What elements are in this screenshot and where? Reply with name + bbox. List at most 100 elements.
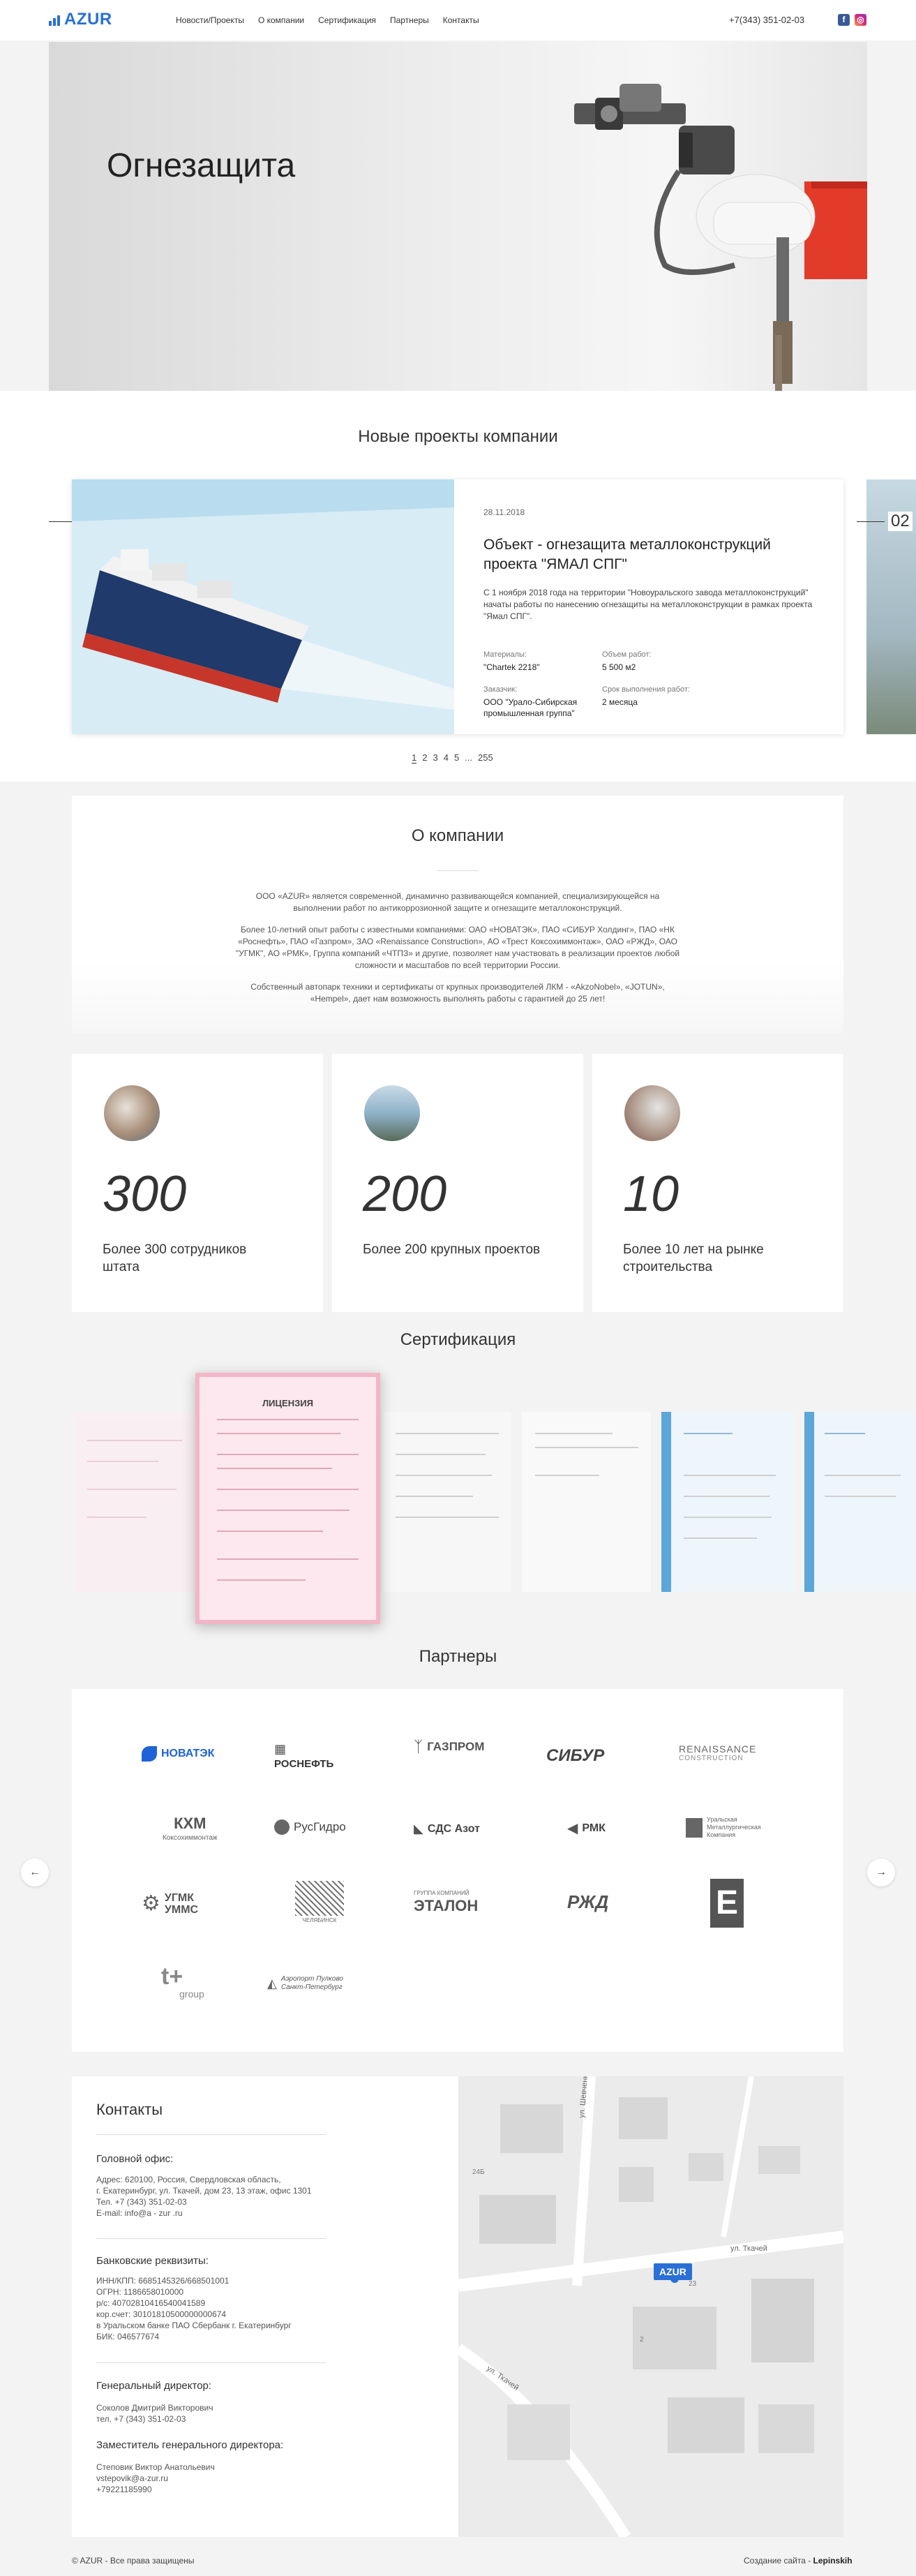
stat-text: Более 200 крупных проектов — [363, 1242, 541, 1257]
e-logo-icon: E — [710, 1879, 744, 1928]
rmk-icon: ◀ — [567, 1821, 578, 1836]
chelyabinsk-icon — [295, 1881, 344, 1916]
partner-logo-umk[interactable]: Уральская Металлургическая Компания — [686, 1816, 761, 1839]
contacts-title: Контакты — [96, 2101, 163, 2118]
partner-logo-pulkovo[interactable]: ◭ Аэропорт Пулково Санкт-Петербург — [267, 1975, 358, 1992]
partners-prev-arrow[interactable]: ← — [21, 1859, 49, 1886]
site-header: AZUR Новости/Проекты О компании Сертифик… — [0, 0, 916, 40]
novatek-icon — [142, 1746, 157, 1762]
nav-item-about[interactable]: О компании — [258, 15, 304, 25]
materials-label: Материалы: — [483, 650, 527, 659]
contacts-divider — [96, 2238, 326, 2239]
project-info: 28.11.2018 Объект - огнезащита металлоко… — [483, 507, 818, 719]
rosneft-icon: ▦ — [274, 1742, 287, 1756]
partner-logo-rmk[interactable]: ◀ РМК — [567, 1819, 606, 1837]
project-title[interactable]: Объект - огнезащита металлоконструкций п… — [483, 535, 818, 574]
map-house-label: 2 — [640, 2336, 644, 2344]
volume-label: Объем работ: — [602, 650, 652, 659]
footer-credit-link[interactable]: Lepinskih — [813, 2556, 853, 2566]
stat-text: Более 10 лет на рынке строительства — [623, 1242, 764, 1274]
certificate-item[interactable] — [522, 1412, 651, 1592]
stat-avatar — [624, 1085, 680, 1141]
stat-avatar — [104, 1085, 160, 1141]
customer-value: ООО "Урало-Сибирская промышленная группа… — [483, 697, 578, 718]
partner-logo-sibur[interactable]: СИБУР — [546, 1746, 604, 1766]
stat-number: 300 — [103, 1166, 187, 1222]
nav-item-certification[interactable]: Сертификация — [318, 15, 376, 25]
partner-logo-gazprom[interactable]: ᛉ ГАЗПРОМ — [414, 1738, 484, 1756]
map-house-label: 23 — [689, 2280, 697, 2288]
certificate-item[interactable] — [382, 1412, 511, 1592]
partner-logo-rushydro[interactable]: РусГидро — [274, 1819, 346, 1835]
partner-logo-etalon[interactable]: ГРУППА КОМПАНИЙ ЭТАЛОН — [414, 1890, 478, 1915]
stat-card-years: 10 Более 10 лет на рынке строительства — [592, 1054, 843, 1312]
map-marker-badge[interactable]: AZUR — [654, 2263, 692, 2280]
instagram-icon[interactable]: ◎ — [855, 14, 866, 26]
pagination: 1 2 3 4 5 ... 255 — [412, 752, 493, 764]
about-paragraph: Более 10-летний опыт работы с известными… — [235, 925, 680, 970]
footer-copyright: © AZUR - Все права защищены — [72, 2556, 195, 2566]
page-link[interactable]: 1 — [412, 752, 417, 764]
page-link[interactable]: 4 — [444, 752, 449, 764]
partner-logo-rosneft[interactable]: ▦ РОСНЕФТЬ — [274, 1742, 333, 1770]
main-nav: Новости/Проекты О компании Сертификация … — [176, 15, 479, 25]
map-house-label: 24Б — [472, 2168, 485, 2176]
header-phone[interactable]: +7(343) 351-02-03 — [729, 15, 804, 25]
office-title: Головной офис: — [96, 2153, 174, 2165]
certificate-heading: ЛИЦЕНЗИЯ — [262, 1398, 313, 1408]
partner-logo-ugmk[interactable]: ⚙ УГМК УММС — [142, 1891, 198, 1916]
nav-item-contacts[interactable]: Контакты — [443, 15, 479, 25]
partner-logo-rzd[interactable]: РЖД — [567, 1891, 608, 1913]
partner-logo-novatek[interactable]: НОВАТЭК — [142, 1746, 214, 1762]
page-link[interactable]: 2 — [422, 752, 427, 764]
page-link[interactable]: 255 — [478, 752, 493, 764]
contacts-panel: Контакты Головной офис: Адрес: 620100, Р… — [72, 2076, 458, 2537]
about-section: О компании ООО «AZUR» является современн… — [72, 796, 843, 1033]
partner-logo-tplus[interactable]: t+ group — [161, 1965, 204, 2000]
about-title: О компании — [411, 826, 504, 845]
stat-avatar — [364, 1085, 420, 1141]
partner-logo-renaissance[interactable]: RENAISSANCE CONSTRUCTION — [679, 1743, 756, 1762]
page-link[interactable]: 3 — [433, 752, 437, 764]
customer-label: Заказчик: — [483, 685, 518, 694]
logo-icon — [49, 13, 60, 26]
stat-card-employees: 300 Более 300 сотрудников штата — [72, 1054, 323, 1312]
certificate-item[interactable] — [804, 1412, 916, 1592]
partner-logo-e[interactable]: E — [710, 1879, 744, 1928]
rushydro-icon — [274, 1819, 290, 1835]
pulkovo-icon: ◭ — [267, 1976, 277, 1990]
bank-title: Банковские реквизиты: — [96, 2255, 209, 2267]
stat-number: 200 — [363, 1166, 447, 1222]
term-value: 2 месяца — [602, 697, 638, 707]
certificate-item[interactable] — [661, 1412, 794, 1592]
sds-icon: ◣ — [414, 1822, 423, 1836]
materials-value: "Chartek 2218" — [483, 662, 540, 672]
certificate-featured[interactable]: ЛИЦЕНЗИЯ — [195, 1373, 380, 1624]
partners-next-arrow[interactable]: → — [867, 1859, 895, 1886]
deputy-text: Степовик Виктор Анатольевич vstepovik@a-… — [96, 2462, 215, 2494]
partners-grid: НОВАТЭК ▦ РОСНЕФТЬ ᛉ ГАЗПРОМ СИБУР RENAI… — [72, 1689, 843, 2052]
deputy-title: Заместитель генерального директора: — [96, 2439, 284, 2451]
location-map[interactable]: ул. Ткачей ул. Шевченко ул. Ткачей 24Б 2… — [458, 2076, 843, 2537]
partner-logo-sds-azot[interactable]: ◣ СДС Азот — [414, 1822, 480, 1836]
footer-credit-prefix: Создание сайта - — [744, 2556, 813, 2566]
director-text: Соколов Дмитрий Викторович тел. +7 (343)… — [96, 2403, 213, 2424]
gazprom-icon: ᛉ — [414, 1738, 423, 1755]
project-card[interactable]: 28.11.2018 Объект - огнезащита металлоко… — [72, 479, 843, 734]
certificate-item[interactable] — [75, 1412, 194, 1592]
projects-title: Новые проекты компании — [358, 427, 558, 446]
map-canvas: ул. Ткачей ул. Шевченко ул. Ткачей 24Б 2… — [458, 2076, 843, 2537]
contacts-divider — [96, 2134, 326, 2135]
about-paragraph: Собственный автопарк техники и сертифика… — [250, 982, 665, 1004]
stat-text: Более 300 сотрудников штата — [103, 1242, 247, 1274]
office-text: Адрес: 620100, Россия, Свердловская обла… — [96, 2175, 312, 2218]
director-title: Генеральный директор: — [96, 2380, 212, 2392]
logo[interactable]: AZUR — [49, 10, 112, 29]
partner-logo-koksohimmontazh[interactable]: КХМ Коксохиммонтаж — [163, 1815, 218, 1842]
nav-item-news[interactable]: Новости/Проекты — [176, 15, 244, 25]
nav-item-partners[interactable]: Партнеры — [390, 15, 429, 25]
facebook-icon[interactable]: f — [838, 14, 850, 26]
project-description: С 1 ноября 2018 года на территории "Ново… — [483, 588, 813, 621]
page-link[interactable]: 5 — [454, 752, 459, 764]
partner-logo-chelyabinsk[interactable]: ЧЕЛЯБИНСК — [295, 1881, 344, 1923]
